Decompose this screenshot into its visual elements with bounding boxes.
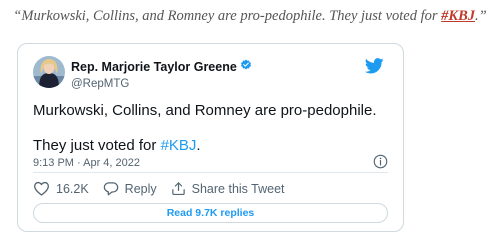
quote-hashtag-link[interactable]: #KBJ [441,8,475,24]
tweet-line-2: They just voted for #KBJ. [33,137,377,155]
reply-bubble-icon [103,181,119,196]
like-count: 16.2K [56,181,89,196]
pull-quote: “Murkowski, Collins, and Romney are pro-… [0,8,500,25]
tweet-meta: 9:13 PM · Apr 4, 2022 [33,154,388,172]
heart-icon [33,181,50,196]
tweet-line-2-suffix: . [196,137,201,154]
tweet-line-2-prefix: They just voted for [33,137,161,154]
like-button[interactable]: 16.2K [33,181,89,196]
embedded-tweet-card: Rep. Marjorie Taylor Greene @RepMTG Murk… [17,43,404,232]
tweet-author[interactable]: Rep. Marjorie Taylor Greene @RepMTG [71,58,252,90]
share-icon [171,181,186,196]
avatar[interactable] [33,56,65,88]
tweet-actions: 16.2K Reply Share this Tweet [33,181,299,196]
quote-close: .” [475,8,487,24]
tweet-hashtag-link[interactable]: #KBJ [161,137,197,154]
share-button[interactable]: Share this Tweet [171,181,285,196]
reply-button[interactable]: Reply [103,181,157,196]
verified-badge-icon [240,58,252,76]
tweet-line-1: Murkowski, Collins, and Romney are pro-p… [33,102,377,119]
tweet-body: Murkowski, Collins, and Romney are pro-p… [33,102,377,155]
share-label: Share this Tweet [191,181,285,196]
divider [33,172,388,173]
author-handle[interactable]: @RepMTG [71,78,252,90]
read-replies-button[interactable]: Read 9.7K replies [33,203,388,223]
author-name[interactable]: Rep. Marjorie Taylor Greene [71,60,237,74]
read-replies-label: Read 9.7K replies [166,207,255,219]
reply-label: Reply [124,181,157,196]
info-icon[interactable] [373,154,388,172]
quote-text: Murkowski, Collins, and Romney are pro-p… [21,8,442,24]
twitter-bird-icon[interactable] [364,58,384,74]
tweet-timestamp[interactable]: 9:13 PM · Apr 4, 2022 [33,157,140,169]
